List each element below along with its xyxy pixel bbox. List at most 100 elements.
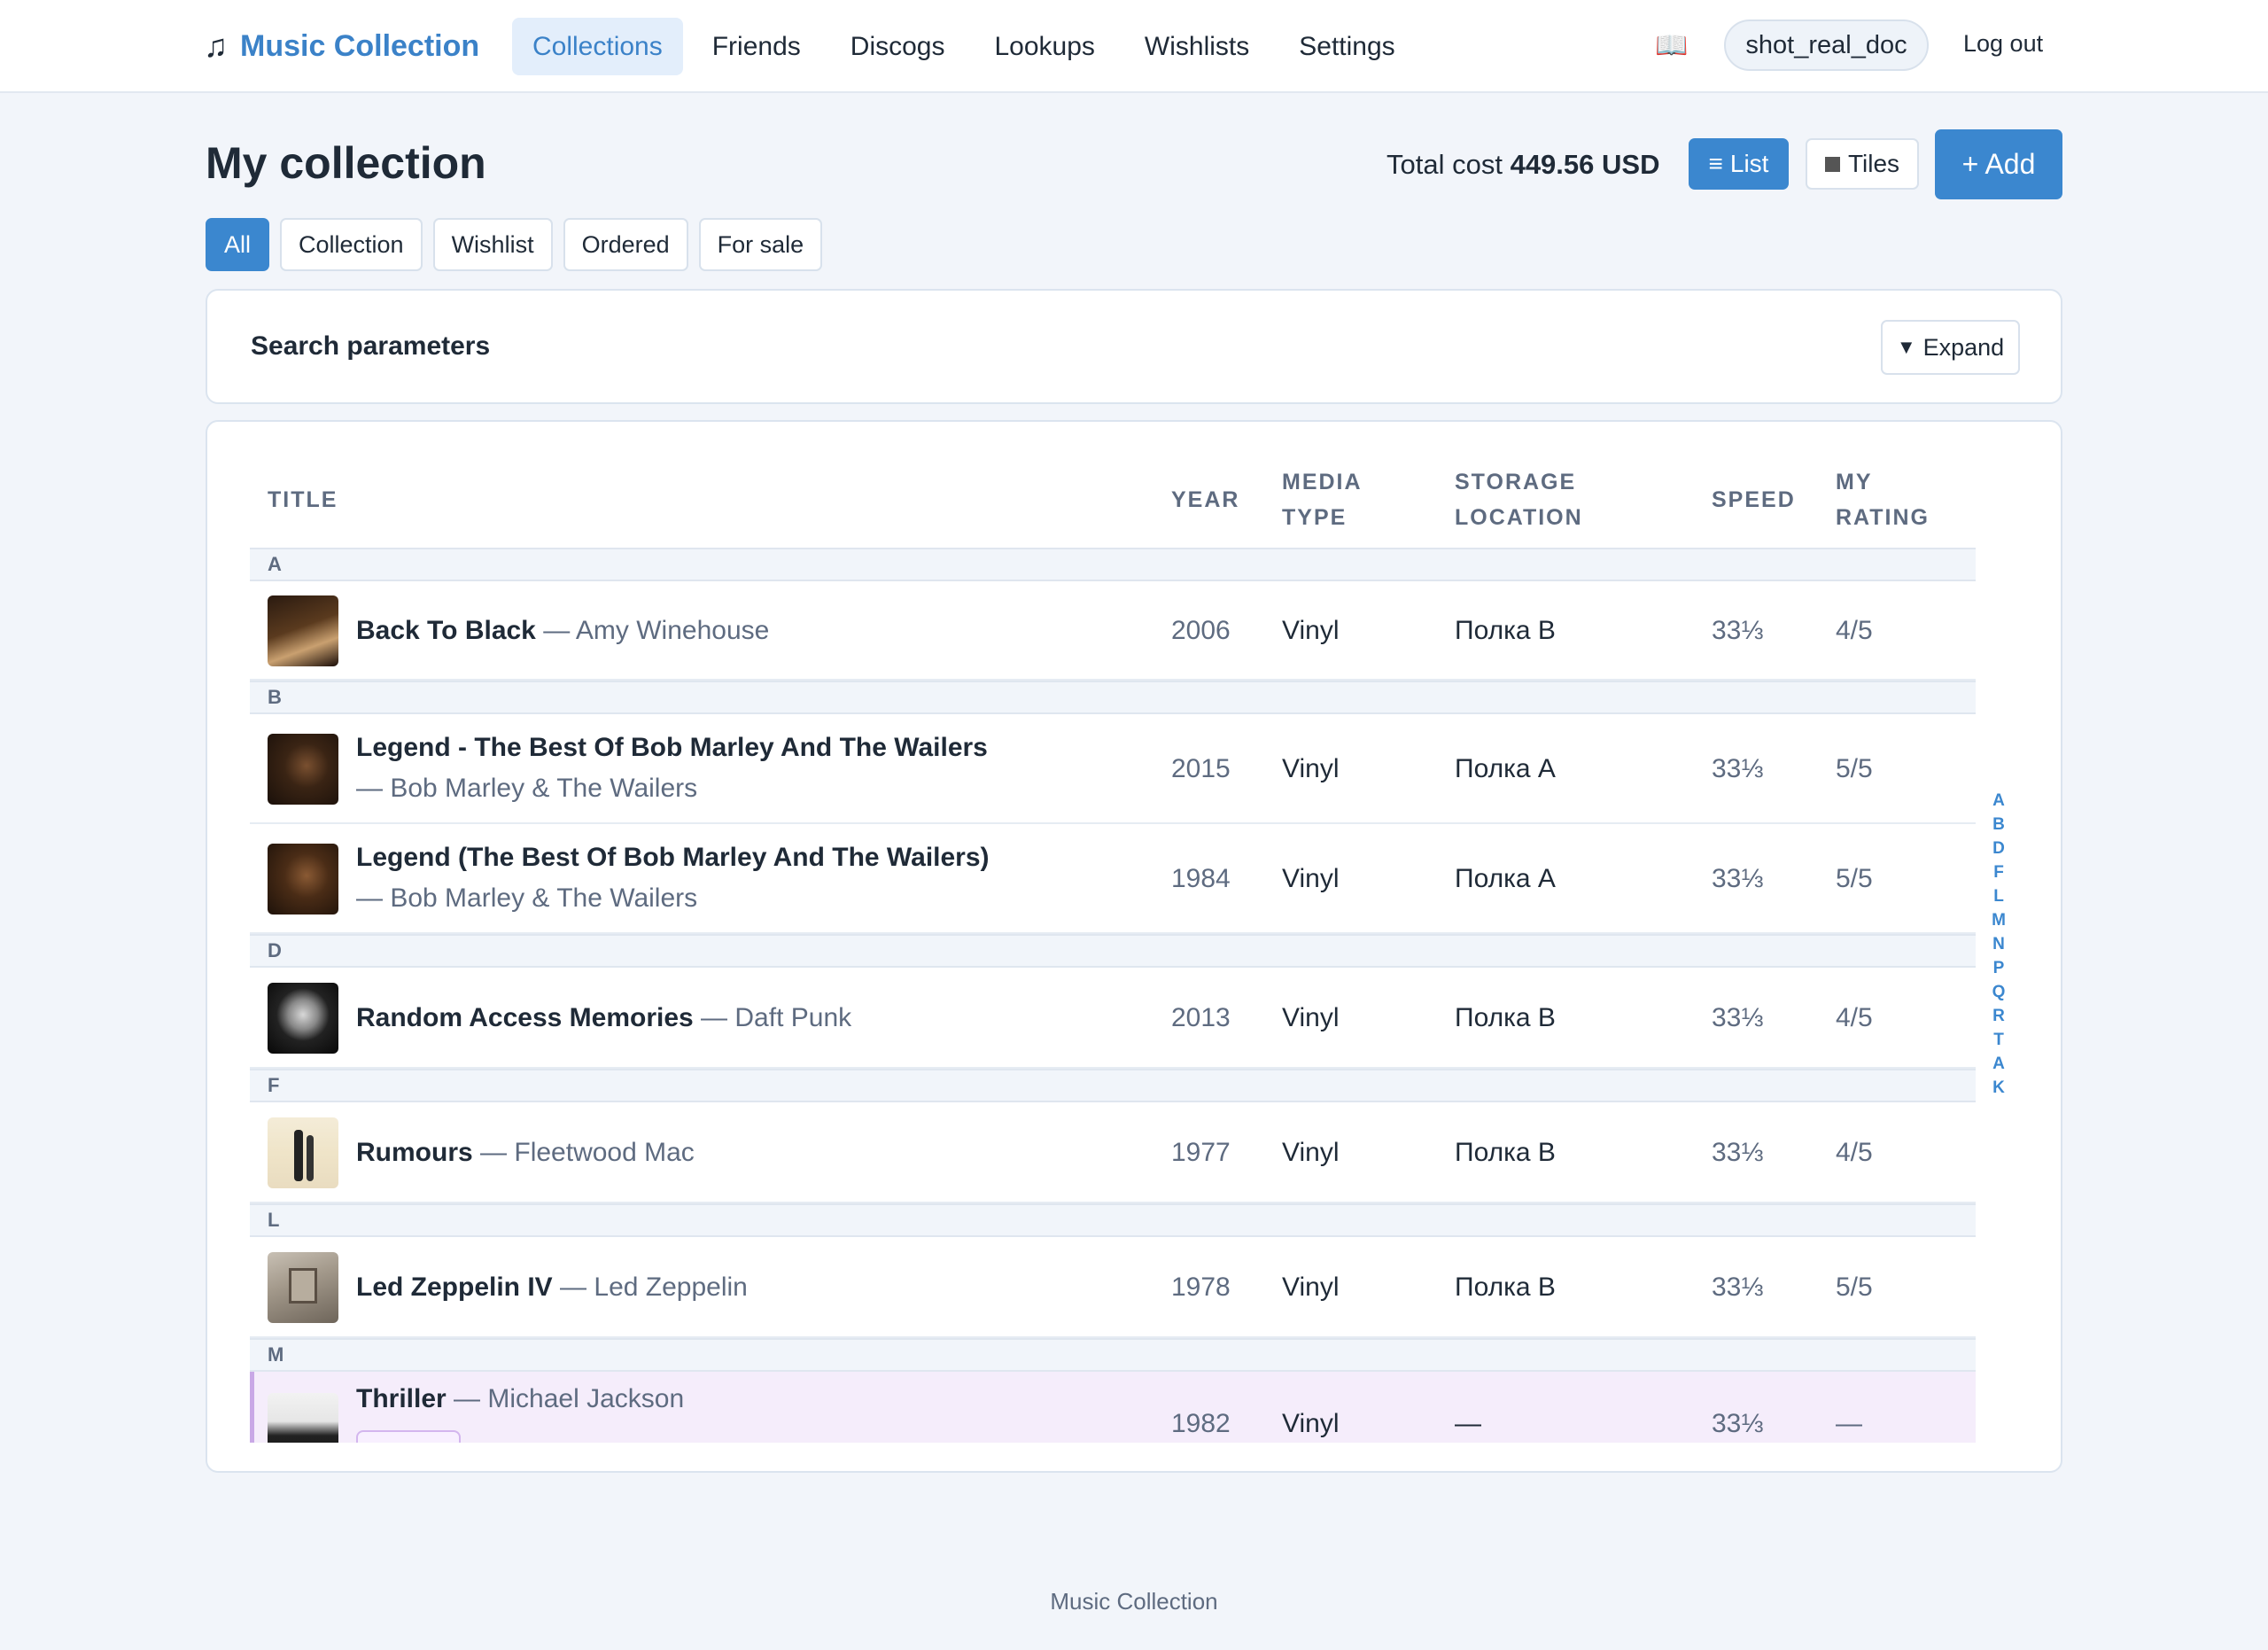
table-row[interactable]: Legend (The Best Of Bob Marley And The W…: [250, 824, 1976, 934]
album-cover-image: [268, 1117, 338, 1188]
col-year-header[interactable]: YEAR: [1171, 482, 1239, 518]
alpha-link-t[interactable]: T: [1993, 1028, 2004, 1052]
row-year: 1982: [1171, 1409, 1231, 1438]
row-media-type: Vinyl: [1282, 754, 1340, 783]
row-year: 1978: [1171, 1273, 1231, 1302]
alpha-link-r[interactable]: R: [1992, 1004, 2005, 1028]
col-title-header[interactable]: TITLE: [268, 482, 338, 518]
alpha-link-d[interactable]: D: [1992, 837, 2005, 860]
expand-button[interactable]: ▼ Expand: [1881, 320, 2020, 375]
main-nav: Collections Friends Discogs Lookups Wish…: [512, 18, 1425, 75]
table-row-highlighted[interactable]: Thriller — Michael Jackson 1982 Vinyl — …: [250, 1372, 1976, 1443]
album-artist: Daft Punk: [734, 1003, 852, 1032]
row-storage-location: Полка A: [1455, 754, 1556, 783]
album-title: Legend - The Best Of Bob Marley And The …: [356, 733, 988, 762]
table-row[interactable]: Back To Black — Amy Winehouse 2006 Vinyl…: [250, 581, 1976, 681]
separator-text: —: [480, 1138, 508, 1167]
row-storage-location: Полка B: [1455, 1003, 1556, 1032]
separator-text: —: [454, 1384, 481, 1413]
row-storage-location: Полка B: [1455, 1138, 1556, 1167]
album-cover-image: [268, 1252, 338, 1323]
row-year: 2013: [1171, 1003, 1231, 1032]
row-title[interactable]: Led Zeppelin IV — Led Zeppelin: [356, 1267, 994, 1308]
album-cover-image: [268, 1393, 338, 1443]
top-navbar: ♫ Music Collection Collections Friends D…: [0, 0, 2268, 93]
row-speed: 33⅓: [1712, 1273, 1764, 1302]
col-rating-header[interactable]: MY RATING: [1836, 464, 1930, 535]
filter-collection[interactable]: Collection: [280, 218, 423, 271]
list-icon: ≡: [1708, 150, 1723, 177]
row-rating: 5/5: [1836, 754, 1873, 783]
alpha-link-p[interactable]: P: [1993, 956, 2005, 980]
col-media-header[interactable]: MEDIA TYPE: [1282, 464, 1363, 535]
row-speed: 33⅓: [1712, 1003, 1764, 1032]
row-media-type: Vinyl: [1282, 616, 1340, 645]
row-rating: 4/5: [1836, 1003, 1873, 1032]
row-speed: 33⅓: [1712, 616, 1764, 645]
book-icon[interactable]: 📖: [1655, 30, 1688, 61]
filter-ordered[interactable]: Ordered: [563, 218, 688, 271]
alpha-link-a[interactable]: A: [1992, 789, 2005, 813]
alpha-link-a-cyrillic[interactable]: A: [1992, 1052, 2005, 1076]
row-speed: 33⅓: [1712, 1409, 1764, 1438]
user-menu[interactable]: shot_real_doc: [1724, 19, 1929, 71]
table-row[interactable]: Legend - The Best Of Bob Marley And The …: [250, 714, 1976, 824]
table-row[interactable]: Rumours — Fleetwood Mac 1977 Vinyl Полка…: [250, 1102, 1976, 1203]
row-media-type: Vinyl: [1282, 1409, 1340, 1438]
expand-label: Expand: [1922, 333, 2005, 361]
row-title[interactable]: Thriller — Michael Jackson: [356, 1379, 994, 1420]
row-title[interactable]: Legend (The Best Of Bob Marley And The W…: [356, 837, 994, 919]
nav-friends[interactable]: Friends: [692, 18, 821, 75]
nav-wishlists[interactable]: Wishlists: [1124, 18, 1270, 75]
add-button[interactable]: + Add: [1935, 129, 2062, 199]
alpha-link-q[interactable]: Q: [1992, 980, 2006, 1004]
row-title[interactable]: Rumours — Fleetwood Mac: [356, 1132, 994, 1173]
table-row[interactable]: Led Zeppelin IV — Led Zeppelin 1978 Viny…: [250, 1237, 1976, 1338]
tiles-view-button[interactable]: Tiles: [1806, 138, 1919, 190]
table-row[interactable]: Random Access Memories — Daft Punk 2013 …: [250, 968, 1976, 1069]
album-title: Back To Black: [356, 616, 536, 645]
row-storage-location: Полка A: [1455, 864, 1556, 893]
row-rating: 4/5: [1836, 616, 1873, 645]
footer-text: Music Collection: [1050, 1588, 1218, 1615]
group-letter-b: B: [250, 681, 1976, 714]
alpha-link-m[interactable]: M: [1992, 908, 2006, 932]
group-letter-m: M: [250, 1338, 1976, 1372]
separator-text: —: [356, 883, 383, 913]
album-title: Rumours: [356, 1138, 473, 1167]
row-rating: 5/5: [1836, 1273, 1873, 1302]
group-letter-l: L: [250, 1203, 1976, 1237]
nav-discogs[interactable]: Discogs: [830, 18, 966, 75]
nav-lookups[interactable]: Lookups: [974, 18, 1115, 75]
alpha-link-b[interactable]: B: [1992, 813, 2005, 837]
row-year: 2006: [1171, 616, 1231, 645]
row-media-type: Vinyl: [1282, 1273, 1340, 1302]
nav-collections[interactable]: Collections: [512, 18, 683, 75]
dash-separator: —: [543, 616, 576, 645]
album-title: Random Access Memories: [356, 1003, 694, 1032]
dash-separator: —: [480, 1138, 514, 1167]
album-artist: Bob Marley & The Wailers: [390, 883, 698, 913]
filter-wishlist[interactable]: Wishlist: [432, 218, 553, 271]
alpha-link-f[interactable]: F: [1993, 860, 2004, 884]
col-rating-header-line1: MY: [1836, 470, 1873, 494]
row-media-type: Vinyl: [1282, 1003, 1340, 1032]
alpha-link-l[interactable]: L: [1993, 884, 2004, 908]
row-storage-location: Полка B: [1455, 1273, 1556, 1302]
brand-link[interactable]: ♫ Music Collection: [204, 25, 479, 67]
nav-settings[interactable]: Settings: [1278, 18, 1415, 75]
filter-for-sale[interactable]: For sale: [698, 218, 823, 271]
row-title[interactable]: Back To Black — Amy Winehouse: [356, 611, 994, 651]
row-title[interactable]: Random Access Memories — Daft Punk: [356, 998, 994, 1039]
filter-all[interactable]: All: [206, 218, 270, 271]
group-letter-a: A: [250, 548, 1976, 581]
status-filters: All Collection Wishlist Ordered For sale: [206, 218, 823, 271]
col-rating-header-line2: RATING: [1836, 505, 1930, 530]
alpha-link-n[interactable]: N: [1992, 932, 2005, 956]
row-title[interactable]: Legend - The Best Of Bob Marley And The …: [356, 728, 994, 809]
col-speed-header[interactable]: SPEED: [1712, 482, 1796, 518]
list-view-button[interactable]: ≡ List: [1689, 138, 1789, 190]
alpha-link-k-cyrillic[interactable]: K: [1992, 1076, 2005, 1100]
logout-link[interactable]: Log out: [1963, 30, 2043, 58]
col-storage-header[interactable]: STORAGE LOCATION: [1455, 464, 1583, 535]
